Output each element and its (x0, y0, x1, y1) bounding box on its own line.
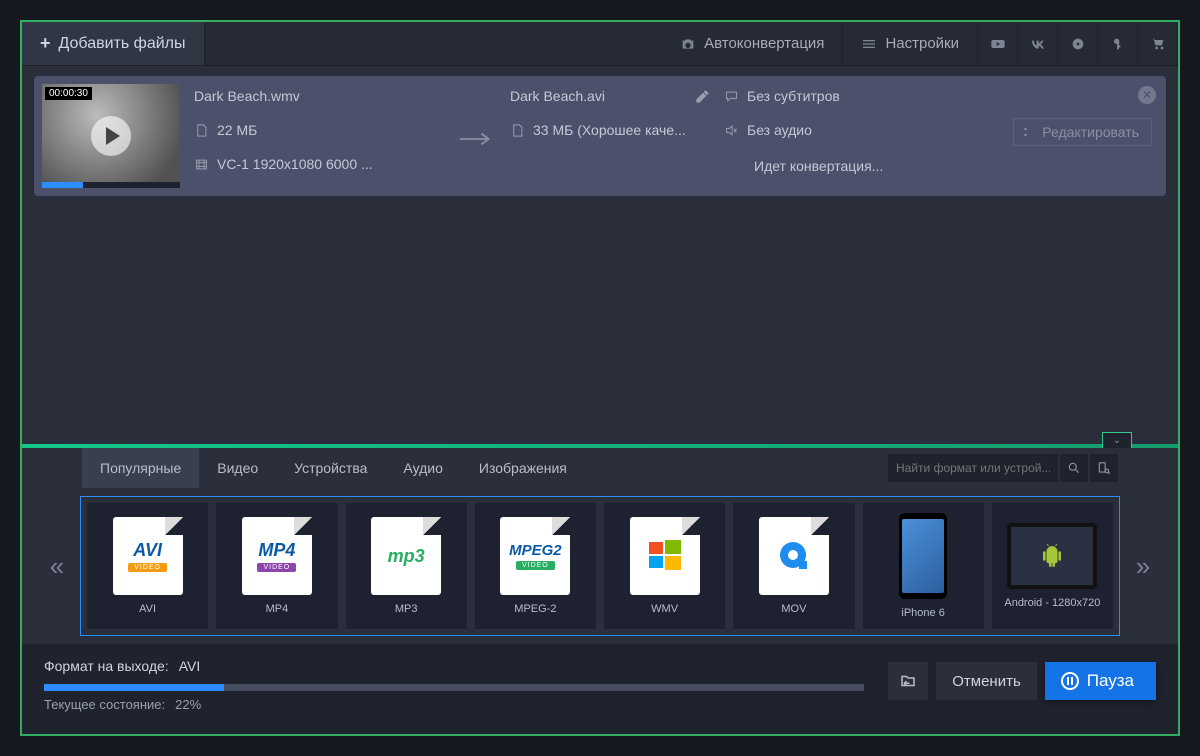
output-format-label: Формат на выходе: (44, 658, 169, 674)
top-toolbar: + Добавить файлы Автоконвертация Настрой… (22, 22, 1178, 66)
film-icon (194, 157, 209, 172)
dst-filename: Dark Beach.avi (510, 88, 710, 104)
file-item[interactable]: 00:00:30 Dark Beach.wmv 22 МБ VC-1 1920x… (34, 76, 1166, 196)
youtube-icon[interactable] (978, 22, 1018, 65)
pencil-icon[interactable] (695, 89, 710, 104)
iphone-icon (899, 513, 947, 599)
auto-convert-button[interactable]: Автоконвертация (662, 22, 843, 65)
remove-item-icon[interactable]: ✕ (1138, 86, 1156, 104)
file-icon (510, 123, 525, 138)
device-search-icon (1097, 461, 1111, 475)
format-card-mp4[interactable]: MP4VIDEO MP4 (216, 503, 337, 629)
src-size: 22 МБ (194, 122, 444, 138)
duration-badge: 00:00:30 (45, 87, 92, 100)
windows-icon (649, 540, 681, 572)
tablet-icon (1007, 523, 1097, 589)
scissors-icon (1022, 125, 1036, 139)
subtitles-row[interactable]: Без субтитров (724, 88, 924, 104)
add-files-button[interactable]: + Добавить файлы (22, 22, 205, 65)
carousel-prev-icon[interactable]: « (40, 536, 74, 596)
audio-row[interactable]: Без аудио (724, 122, 924, 138)
edit-button[interactable]: Редактировать (1013, 118, 1152, 146)
vk-icon[interactable] (1018, 22, 1058, 65)
collapse-chevron-icon[interactable]: ⌄ (1102, 432, 1132, 448)
format-card-wmv[interactable]: WMV (604, 503, 725, 629)
state-label: Текущее состояние: (44, 697, 165, 712)
carousel-next-icon[interactable]: » (1126, 536, 1160, 596)
cart-icon[interactable] (1138, 22, 1178, 65)
format-tabs: Популярные Видео Устройства Аудио Изобра… (22, 448, 1178, 488)
format-card-mp3[interactable]: mp3 MP3 (346, 503, 467, 629)
play-icon[interactable] (91, 116, 131, 156)
tab-video[interactable]: Видео (199, 448, 276, 488)
speaker-muted-icon (724, 123, 739, 138)
add-files-label: Добавить файлы (59, 35, 186, 53)
output-format-value: AVI (179, 658, 201, 674)
format-card-mpeg2[interactable]: MPEG2VIDEO MPEG-2 (475, 503, 596, 629)
state-value: 22% (175, 697, 201, 712)
key-icon[interactable] (1098, 22, 1138, 65)
format-card-mov[interactable]: MOV (733, 503, 854, 629)
tab-popular[interactable]: Популярные (82, 448, 199, 488)
format-search-input[interactable] (888, 454, 1058, 482)
cancel-button[interactable]: Отменить (936, 662, 1037, 700)
file-list: 00:00:30 Dark Beach.wmv 22 МБ VC-1 1920x… (22, 66, 1178, 206)
src-stream: VC-1 1920x1080 6000 ... (194, 156, 444, 172)
folder-arrow-icon (899, 672, 917, 690)
tab-images[interactable]: Изображения (461, 448, 585, 488)
format-card-android[interactable]: Android - 1280x720 (992, 503, 1113, 629)
settings-button[interactable]: Настройки (843, 22, 978, 65)
android-icon (1041, 544, 1063, 568)
thumb-progress (42, 182, 180, 188)
search-button[interactable] (1060, 454, 1088, 482)
chat-icon (724, 89, 739, 104)
format-card-iphone6[interactable]: iPhone 6 (863, 503, 984, 629)
thumbnail[interactable]: 00:00:30 (42, 84, 180, 188)
bottom-bar: Формат на выходе: AVI Текущее состояние:… (22, 644, 1178, 734)
conversion-status: Идет конвертация... (754, 158, 883, 174)
plus-icon: + (40, 33, 51, 54)
pause-button[interactable]: Пауза (1045, 662, 1156, 700)
device-detect-button[interactable] (1090, 454, 1118, 482)
pause-icon (1061, 672, 1079, 690)
menu-icon (861, 36, 877, 52)
src-filename: Dark Beach.wmv (194, 88, 444, 104)
overall-progress (44, 684, 864, 691)
dst-size: 33 МБ (Хорошее каче... (510, 122, 710, 138)
camera-icon (680, 36, 696, 52)
arrow-icon (458, 131, 496, 152)
file-icon (194, 123, 209, 138)
tab-devices[interactable]: Устройства (276, 448, 385, 488)
disc-icon[interactable] (1058, 22, 1098, 65)
panel-divider: ⌄ (22, 444, 1178, 448)
search-icon (1067, 461, 1081, 475)
quicktime-icon (777, 539, 811, 573)
tab-audio[interactable]: Аудио (385, 448, 461, 488)
format-carousel: « AVIVIDEO AVI MP4VIDEO MP4 mp3 MP3 MPEG… (22, 488, 1178, 644)
format-card-avi[interactable]: AVIVIDEO AVI (87, 503, 208, 629)
output-folder-button[interactable] (888, 662, 928, 700)
